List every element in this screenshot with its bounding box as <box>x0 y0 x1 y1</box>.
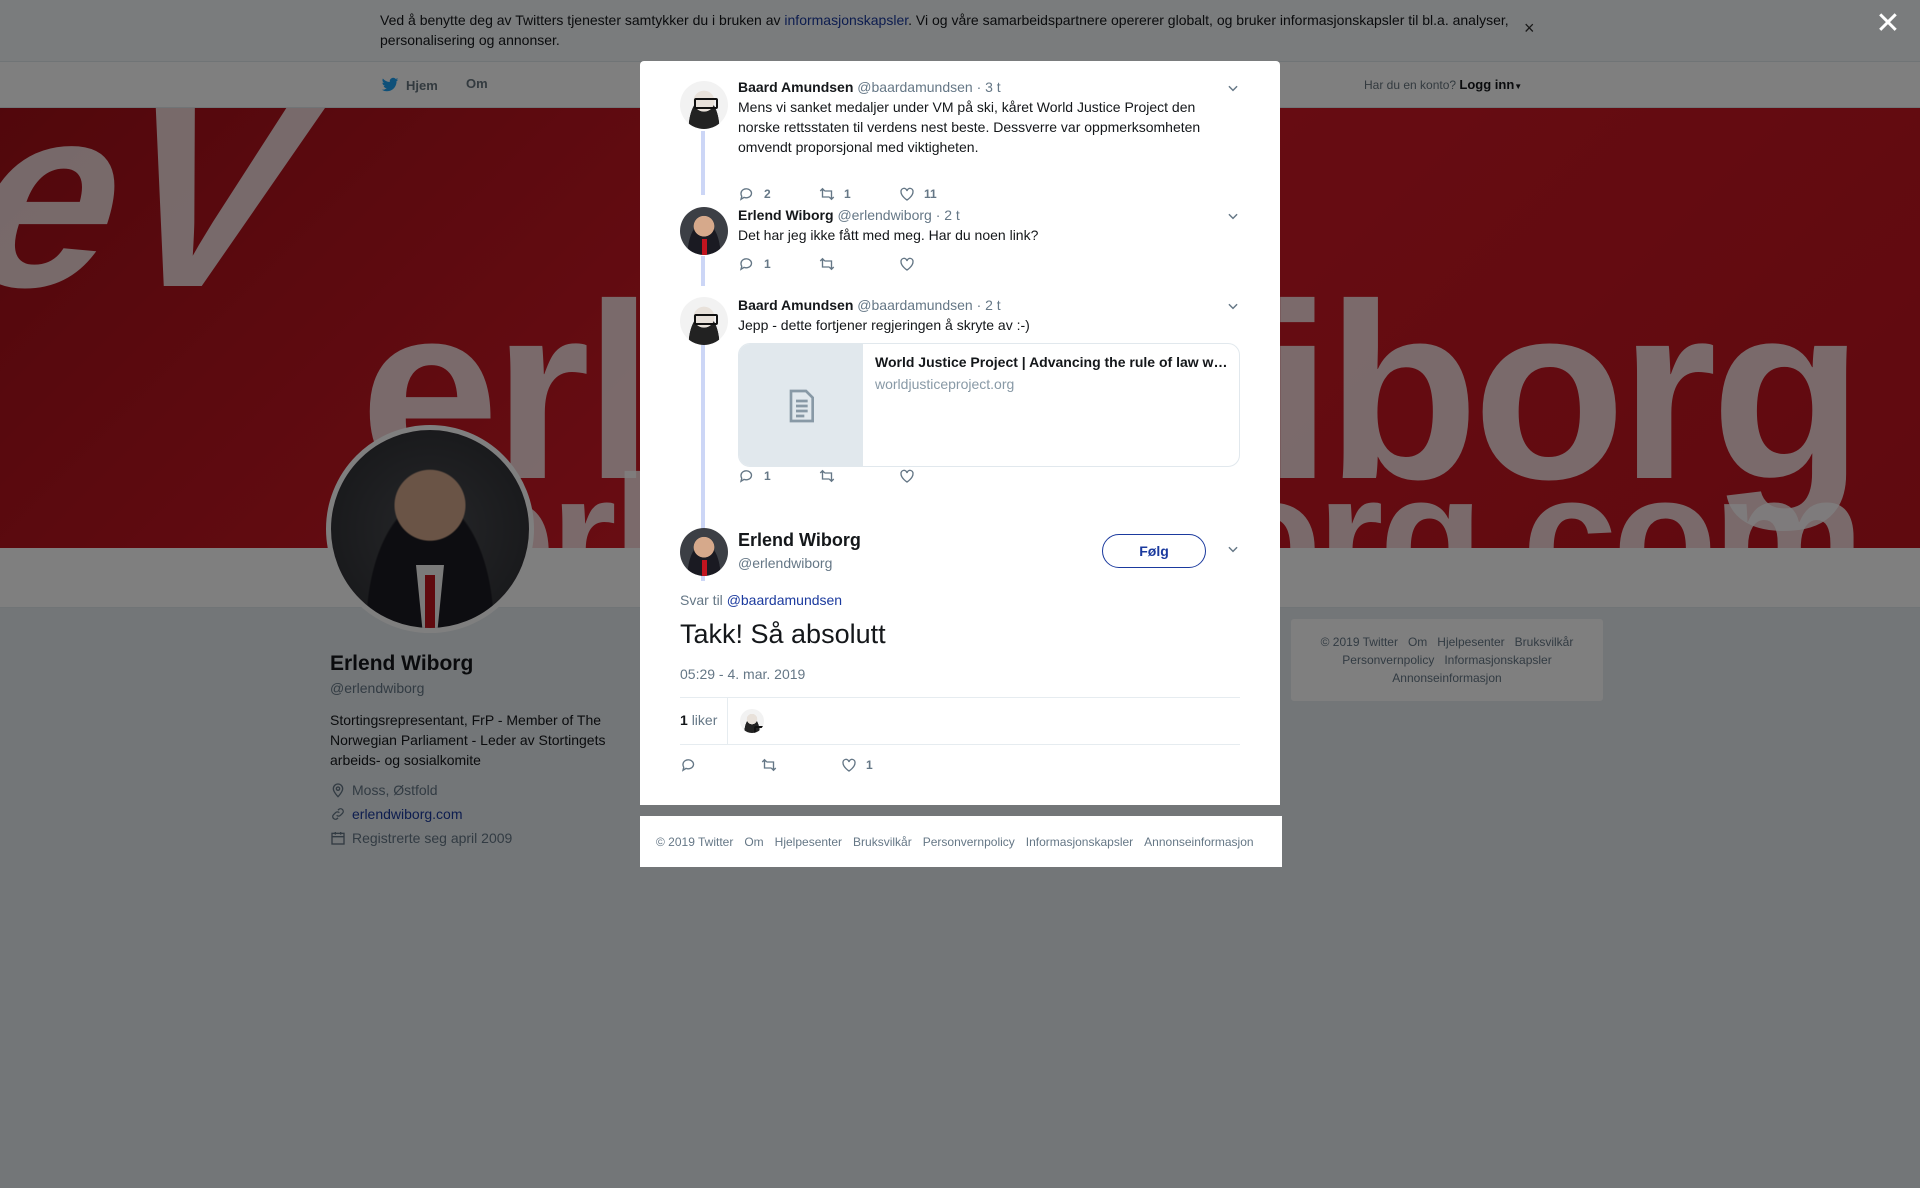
avatar[interactable] <box>680 528 728 576</box>
retweet-icon <box>819 469 835 483</box>
chevron-down-icon[interactable] <box>1226 542 1240 556</box>
like-button[interactable] <box>898 467 978 485</box>
chevron-down-icon[interactable] <box>1226 209 1240 223</box>
heart-icon <box>900 187 914 201</box>
stats-divider <box>727 698 728 744</box>
tweet-author-name[interactable]: Baard Amundsen <box>738 297 853 313</box>
like-count: 11 <box>924 187 937 201</box>
main-tweet-date[interactable]: 05:29 - 4. mar. 2019 <box>680 666 805 682</box>
like-button[interactable]: 1 <box>840 756 920 774</box>
avatar[interactable] <box>680 81 728 129</box>
footer-link[interactable]: Informasjonskapsler <box>1026 835 1133 849</box>
main-tweet-actions: 1 <box>680 756 920 774</box>
tweet-text: Jepp - dette fortjener regjeringen å skr… <box>738 317 1030 333</box>
thread-tweet[interactable]: Baard Amundsen @baardamundsen · 3 t Mens… <box>680 79 1240 203</box>
reply-icon <box>739 188 753 201</box>
reply-button[interactable]: 1 <box>738 255 818 273</box>
modal-footer: © 2019 Twitter Om Hjelpesenter Bruksvilk… <box>640 816 1282 867</box>
tweet-body: Baard Amundsen @baardamundsen · 3 t Mens… <box>738 79 1240 157</box>
reply-icon <box>739 258 753 271</box>
tweet-time[interactable]: · 3 t <box>977 79 1001 95</box>
retweet-button[interactable] <box>818 255 898 273</box>
retweet-icon <box>819 257 835 271</box>
tweet-text: Det har jeg ikke fått med meg. Har du no… <box>738 227 1039 243</box>
like-button[interactable] <box>898 255 978 273</box>
card-domain: worldjusticeproject.org <box>875 376 1015 392</box>
reply-to-handle[interactable]: @baardamundsen <box>727 592 842 608</box>
tweet-modal: Baard Amundsen @baardamundsen · 3 t Mens… <box>640 61 1280 805</box>
footer-link[interactable]: Hjelpesenter <box>775 835 842 849</box>
liker-avatar[interactable] <box>740 709 764 733</box>
tweet-time[interactable]: · 2 t <box>936 207 960 223</box>
card-thumbnail <box>739 344 863 466</box>
reply-icon <box>739 470 753 483</box>
tweet-author-name[interactable]: Baard Amundsen <box>738 79 853 95</box>
tweet-author-handle: @erlendwiborg <box>837 207 932 223</box>
retweet-count: 1 <box>844 187 851 201</box>
tweet-time[interactable]: · 2 t <box>977 297 1001 313</box>
main-author-handle: @erlendwiborg <box>738 555 833 571</box>
tweet-body: Erlend Wiborg @erlendwiborg · 2 t Det ha… <box>738 207 1240 245</box>
footer-link[interactable]: Personvernpolicy <box>923 835 1015 849</box>
tweet-body: Baard Amundsen @baardamundsen · 2 t Jepp… <box>738 297 1240 335</box>
retweet-button[interactable] <box>818 467 898 485</box>
close-modal-icon[interactable]: ✕ <box>1874 9 1902 39</box>
reply-icon <box>681 759 695 772</box>
card-title: World Justice Project | Advancing the ru… <box>875 354 1231 370</box>
tweet-text: Mens vi sanket medaljer under VM på ski,… <box>738 99 1201 155</box>
retweet-icon <box>761 758 777 772</box>
tweet-actions: 1 <box>738 255 978 273</box>
footer-link[interactable]: Annonseinformasjon <box>1144 835 1253 849</box>
tweet-author-name[interactable]: Erlend Wiborg <box>738 207 834 223</box>
reply-count: 1 <box>764 469 771 483</box>
footer-copyright: © 2019 Twitter <box>656 834 734 849</box>
follow-button[interactable]: Følg <box>1102 534 1206 568</box>
document-icon <box>789 389 814 423</box>
likes-stat-count: 1 <box>680 712 688 728</box>
reply-button[interactable]: 2 <box>738 185 818 203</box>
tweet-actions: 1 <box>738 467 978 485</box>
avatar[interactable] <box>680 297 728 345</box>
reply-prefix: Svar til <box>680 592 723 608</box>
avatar[interactable] <box>680 207 728 255</box>
tweet-author-handle: @baardamundsen <box>857 297 973 313</box>
retweet-icon <box>819 187 835 201</box>
tweet-header: Erlend Wiborg @erlendwiborg · 2 t <box>738 207 1240 223</box>
tweet-header: Baard Amundsen @baardamundsen · 2 t <box>738 297 1240 313</box>
like-count: 1 <box>866 758 873 772</box>
reply-button[interactable]: 1 <box>738 467 818 485</box>
likes-stat[interactable]: 1 liker <box>680 712 717 728</box>
thread-tweet[interactable]: Erlend Wiborg @erlendwiborg · 2 t Det ha… <box>680 207 1240 297</box>
chevron-down-icon[interactable] <box>1226 299 1240 313</box>
chevron-down-icon[interactable] <box>1226 81 1240 95</box>
heart-icon <box>900 257 914 271</box>
main-tweet-text: Takk! Så absolutt <box>680 619 886 649</box>
heart-icon <box>842 758 856 772</box>
link-card[interactable]: World Justice Project | Advancing the ru… <box>738 343 1240 467</box>
heart-icon <box>900 469 914 483</box>
retweet-button[interactable] <box>760 756 840 774</box>
tweet-stats: 1 liker <box>680 697 1240 745</box>
tweet-author-handle: @baardamundsen <box>857 79 973 95</box>
reply-count: 1 <box>764 257 771 271</box>
reply-count: 2 <box>764 187 771 201</box>
tweet-header: Baard Amundsen @baardamundsen · 3 t <box>738 79 1240 95</box>
retweet-button[interactable]: 1 <box>818 185 898 203</box>
reply-button[interactable] <box>680 756 760 774</box>
reply-to: Svar til @baardamundsen <box>680 592 842 608</box>
like-button[interactable]: 11 <box>898 185 978 203</box>
footer-link[interactable]: Bruksvilkår <box>853 835 912 849</box>
footer-link[interactable]: Om <box>744 835 763 849</box>
likes-stat-label: liker <box>691 712 718 728</box>
main-author-name[interactable]: Erlend Wiborg <box>738 530 861 551</box>
main-tweet-author: Erlend Wiborg @erlendwiborg Følg <box>680 528 1240 588</box>
tweet-actions: 2 1 11 <box>738 185 978 203</box>
